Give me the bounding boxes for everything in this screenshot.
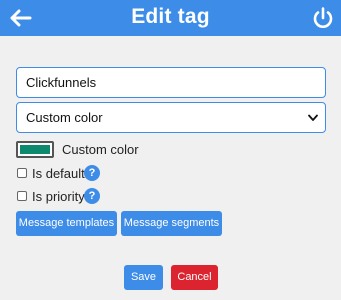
color-mode-select[interactable]: Custom color bbox=[16, 102, 326, 133]
page-title: Edit tag bbox=[131, 5, 210, 28]
cancel-button[interactable]: Cancel bbox=[171, 265, 218, 290]
custom-color-label: Custom color bbox=[62, 142, 139, 157]
header-bar: Edit tag bbox=[0, 0, 341, 36]
chevron-down-icon bbox=[308, 114, 318, 121]
color-mode-selected-value: Custom color bbox=[26, 110, 103, 125]
tag-name-input[interactable] bbox=[16, 67, 326, 98]
color-swatch-picker[interactable] bbox=[16, 141, 54, 158]
color-swatch-fill bbox=[20, 145, 50, 154]
is-default-label: Is default bbox=[32, 166, 85, 181]
is-default-checkbox[interactable] bbox=[17, 168, 27, 178]
message-segments-button[interactable]: Message segments bbox=[121, 211, 222, 236]
help-icon[interactable]: ? bbox=[84, 188, 100, 204]
save-button[interactable]: Save bbox=[124, 265, 163, 290]
is-priority-checkbox[interactable] bbox=[17, 191, 27, 201]
message-templates-button[interactable]: Message templates bbox=[16, 211, 117, 236]
power-icon[interactable] bbox=[311, 6, 335, 30]
help-icon[interactable]: ? bbox=[84, 165, 100, 181]
is-priority-label: Is priority bbox=[32, 189, 85, 204]
